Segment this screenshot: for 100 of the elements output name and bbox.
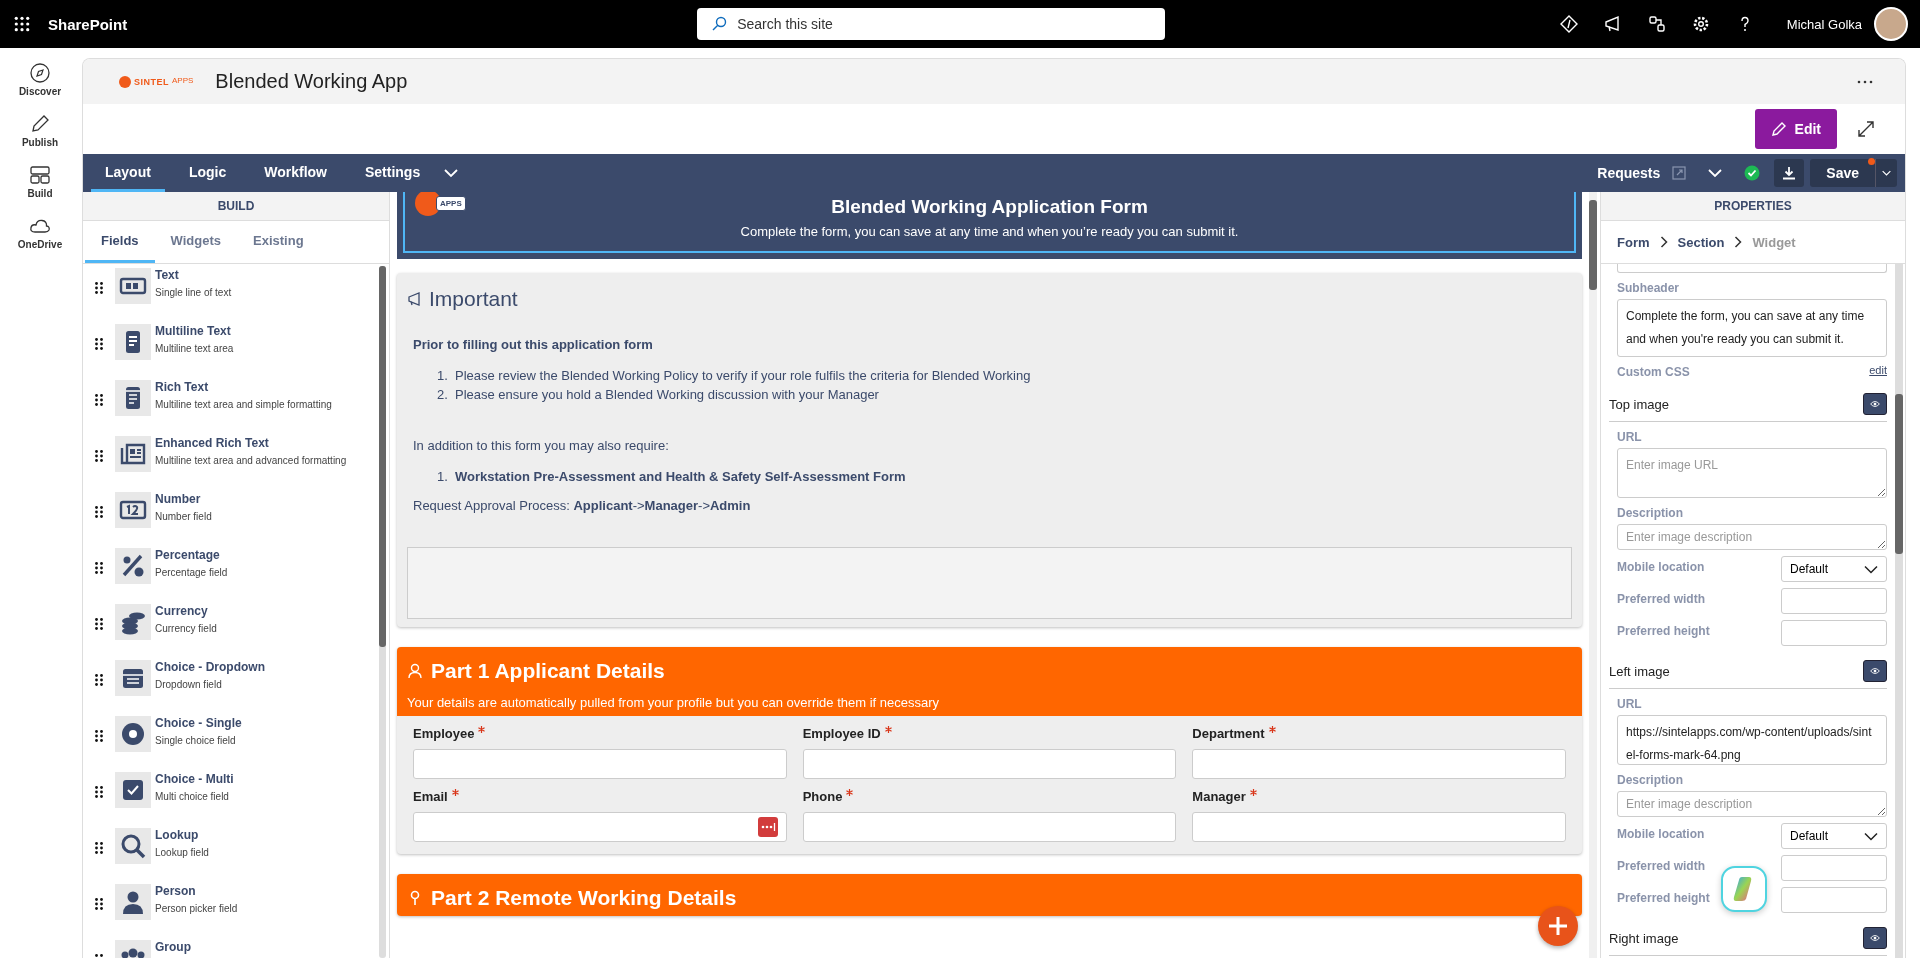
rail-item[interactable]: Discover bbox=[14, 58, 66, 101]
edit-link[interactable]: edit bbox=[1869, 364, 1887, 376]
search-field[interactable]: Search this site bbox=[697, 8, 1166, 40]
chevron-down-icon[interactable] bbox=[444, 168, 459, 178]
field-type-item[interactable]: Group bbox=[83, 940, 376, 958]
user-avatar[interactable] bbox=[1874, 7, 1908, 41]
field-type-item[interactable]: Person Person picker field bbox=[83, 884, 376, 940]
password-manager-icon[interactable] bbox=[757, 817, 778, 837]
text-field[interactable] bbox=[413, 812, 787, 842]
field-type-item[interactable]: Choice - Multi Multi choice field bbox=[83, 772, 376, 828]
field-type-item[interactable]: Text Single line of text bbox=[83, 268, 376, 324]
rail-item[interactable]: OneDrive bbox=[13, 211, 67, 254]
drag-handle-icon[interactable] bbox=[95, 730, 103, 742]
text-field[interactable] bbox=[802, 812, 1177, 842]
nav-tab[interactable]: Logic bbox=[174, 154, 241, 192]
drag-handle-icon[interactable] bbox=[95, 786, 103, 798]
drag-handle-icon[interactable] bbox=[95, 282, 103, 294]
field-type-item[interactable]: Lookup Lookup field bbox=[83, 828, 376, 884]
rail-item[interactable]: Publish bbox=[17, 109, 63, 152]
visibility-button[interactable] bbox=[1863, 927, 1887, 949]
megaphone-icon bbox=[407, 291, 423, 307]
layout-icon bbox=[29, 164, 51, 186]
sintel-logo: APPS bbox=[415, 192, 466, 216]
scrollbar[interactable] bbox=[1895, 264, 1903, 958]
drag-handle-icon[interactable] bbox=[95, 338, 103, 350]
drag-handle-icon[interactable] bbox=[95, 898, 103, 910]
scrollbar[interactable] bbox=[1589, 192, 1597, 958]
drag-handle-icon[interactable] bbox=[95, 450, 103, 462]
list-item-text: Please review the Blended Working Policy to verify if your role fulfils the criteria for Blended Working bbox=[455, 368, 1031, 383]
field-type-item[interactable]: Currency Currency field bbox=[83, 604, 376, 660]
rail-item[interactable]: Build bbox=[23, 160, 57, 203]
download-button[interactable] bbox=[1774, 159, 1805, 187]
subheader-field[interactable]: Complete the form, you can save at any time and when you're ready you can submit it. bbox=[1617, 299, 1887, 357]
edit-button[interactable]: Edit bbox=[1754, 109, 1837, 149]
drag-handle-icon[interactable] bbox=[95, 506, 103, 518]
text-field[interactable] bbox=[1192, 749, 1566, 779]
drag-handle-icon[interactable] bbox=[95, 842, 103, 854]
height-field[interactable] bbox=[1781, 887, 1887, 913]
save-button[interactable]: Save bbox=[1810, 159, 1875, 187]
nav-tab[interactable]: Settings bbox=[351, 154, 435, 192]
description-field[interactable]: Enter image description bbox=[1617, 524, 1887, 550]
field-type-item[interactable]: Rich Text Multiline text area and simple formatting bbox=[83, 380, 376, 436]
requests-link[interactable]: Requests bbox=[1597, 165, 1661, 181]
url-field[interactable]: Enter image URL bbox=[1617, 448, 1887, 498]
height-field[interactable] bbox=[1781, 620, 1887, 646]
pencil-icon bbox=[1770, 121, 1787, 137]
field-label: Department bbox=[1192, 726, 1265, 741]
width-field[interactable] bbox=[1781, 588, 1887, 614]
field-type-item[interactable]: Multiline Text Multiline text area bbox=[83, 324, 376, 380]
field-label: Employee ID bbox=[802, 726, 881, 741]
panel-tab[interactable]: Widgets bbox=[154, 221, 238, 263]
chevron-down-icon[interactable] bbox=[1708, 168, 1723, 178]
chevron-right-icon bbox=[1734, 236, 1743, 248]
field-label: Employee bbox=[413, 726, 475, 741]
expand-icon[interactable] bbox=[1857, 120, 1875, 138]
visibility-button[interactable] bbox=[1863, 393, 1887, 415]
text-field[interactable] bbox=[1617, 264, 1887, 273]
field-label: URL bbox=[1617, 430, 1643, 444]
visibility-button[interactable] bbox=[1863, 660, 1887, 682]
mobile-location-dropdown[interactable]: Default bbox=[1781, 823, 1887, 849]
text-field[interactable] bbox=[1192, 812, 1566, 842]
field-type-item[interactable]: Percentage Percentage field bbox=[83, 548, 376, 604]
breadcrumb-link[interactable]: Section bbox=[1677, 234, 1725, 250]
drag-handle-icon[interactable] bbox=[95, 618, 103, 630]
eye-icon bbox=[1870, 398, 1880, 410]
sintel-logo: SINTEL APPS bbox=[119, 75, 194, 88]
field-label: Description bbox=[1617, 773, 1684, 787]
breadcrumb-link[interactable]: Form bbox=[1617, 234, 1650, 250]
more-icon[interactable] bbox=[1857, 79, 1873, 84]
scrollbar[interactable] bbox=[379, 266, 386, 958]
field-type-item[interactable]: Enhanced Rich Text Multiline text area and advanced formatting bbox=[83, 436, 376, 492]
field-type-item[interactable]: Choice - Single Single choice field bbox=[83, 716, 376, 772]
text-field[interactable] bbox=[802, 749, 1177, 779]
share-icon[interactable] bbox=[1646, 14, 1667, 34]
field-label: Mobile location bbox=[1617, 827, 1705, 841]
external-link-icon[interactable] bbox=[1672, 166, 1687, 180]
drag-handle-icon[interactable] bbox=[95, 394, 103, 406]
field-value: Complete the form, you can save at any time and when you're ready you can submit it. bbox=[1626, 309, 1865, 346]
url-field[interactable]: https://sintelapps.com/wp-content/uploads/sintel-forms-mark-64.png bbox=[1617, 715, 1887, 765]
app-name[interactable]: SharePoint bbox=[48, 15, 128, 33]
save-options-button[interactable] bbox=[1875, 159, 1897, 187]
mobile-location-dropdown[interactable]: Default bbox=[1781, 556, 1887, 582]
user-name[interactable]: Michal Golka bbox=[1786, 16, 1862, 32]
field-type-item[interactable]: Choice - Dropdown Dropdown field bbox=[83, 660, 376, 716]
description-field[interactable]: Enter image description bbox=[1617, 791, 1887, 817]
field-label: Subheader bbox=[1617, 281, 1680, 295]
code-icon[interactable] bbox=[1558, 14, 1579, 34]
drag-handle-icon[interactable] bbox=[95, 562, 103, 574]
list-item-text: Please ensure you hold a Blended Working discussion with your Manager bbox=[455, 387, 879, 402]
panel-tab[interactable]: Fields bbox=[85, 221, 155, 263]
width-field[interactable] bbox=[1781, 855, 1887, 881]
field-type-item[interactable]: Number Number field bbox=[83, 492, 376, 548]
app-launcher-icon[interactable] bbox=[14, 16, 30, 32]
nav-tab[interactable]: Workflow bbox=[250, 154, 341, 192]
text-field[interactable] bbox=[413, 749, 787, 779]
drag-handle-icon[interactable] bbox=[95, 674, 103, 686]
panel-tab[interactable]: Existing bbox=[237, 221, 320, 263]
field-label: Phone bbox=[802, 789, 843, 804]
add-button[interactable] bbox=[1538, 906, 1578, 946]
list-item-text: Workstation Pre-Assessment and Health & Safety Self-Assessment Form bbox=[455, 469, 906, 484]
